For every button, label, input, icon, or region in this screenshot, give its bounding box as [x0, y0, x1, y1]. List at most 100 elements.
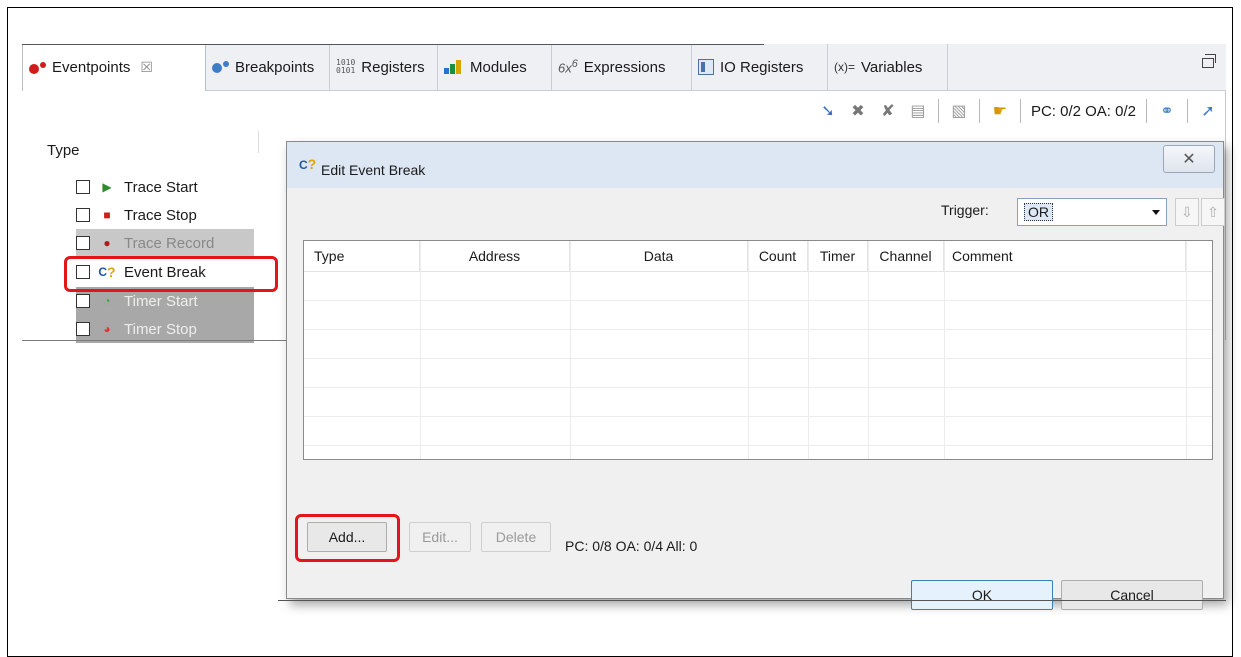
remove-all-icon[interactable]: ✖ [848, 101, 868, 121]
dialog-body: Trigger: OR ⇩ ⇧ Type Address Data Count … [295, 188, 1225, 610]
grid-line [944, 241, 945, 459]
grid-line [748, 241, 749, 459]
tab-eventpoints[interactable]: Eventpoints ☒ [22, 44, 206, 91]
tree-item-trace-start[interactable]: ▶ Trace Start [76, 173, 254, 201]
expressions-icon: 6x6 [558, 58, 578, 76]
trace-record-icon: ● [103, 236, 111, 250]
delete-button[interactable]: Delete [481, 522, 551, 552]
checkbox[interactable] [76, 294, 90, 308]
column-header-channel[interactable]: Channel [868, 241, 944, 271]
checkbox[interactable] [76, 208, 90, 222]
import-icon[interactable]: ▧ [949, 101, 969, 121]
registers-icon: 1010 0101 [336, 58, 356, 75]
toolbar-separator [1146, 99, 1147, 123]
tab-label: Variables [861, 58, 923, 76]
timer-start-icon: ◔ [103, 294, 111, 308]
grid-line [570, 241, 571, 459]
breakpoints-icon [212, 61, 229, 73]
column-header-timer[interactable]: Timer [808, 241, 868, 271]
io-registers-icon [698, 59, 714, 75]
checkbox[interactable] [76, 236, 90, 250]
checkbox[interactable] [76, 180, 90, 194]
column-header-count[interactable]: Count [748, 241, 808, 271]
background-border [278, 600, 1226, 601]
view-menu-icon[interactable]: ➚ [1198, 101, 1218, 121]
dialog-title: Edit Event Break [321, 162, 426, 178]
arrow-down-icon: ⇩ [1181, 203, 1193, 220]
add-button-highlight [295, 514, 400, 562]
export-icon[interactable]: ▤ [908, 101, 928, 121]
toolbar-separator [937, 99, 939, 123]
event-break-highlight [64, 256, 278, 292]
tab-bar-top-border [22, 44, 764, 45]
hand-pointer-icon[interactable]: ☛ [990, 101, 1010, 121]
column-header-address[interactable]: Address [420, 241, 570, 271]
tree-item-timer-stop[interactable]: ◕ Timer Stop [76, 315, 254, 343]
grid-line [304, 329, 1212, 330]
tree-item-label: Timer Start [124, 292, 198, 310]
tab-registers[interactable]: 1010 0101 Registers [330, 44, 438, 90]
close-icon[interactable]: ☒ [140, 59, 153, 76]
skip-all-icon[interactable]: ✘ [878, 101, 898, 121]
cancel-button[interactable]: Cancel [1061, 580, 1203, 610]
grid-line [868, 241, 869, 459]
remove-icon[interactable]: ➘ [818, 101, 838, 121]
trigger-label: Trigger: [941, 202, 989, 218]
variables-icon: (x)= [834, 60, 855, 74]
trigger-selected-value: OR [1024, 203, 1053, 221]
move-up-button[interactable]: ⇧ [1201, 198, 1225, 226]
tab-io-registers[interactable]: IO Registers [692, 44, 828, 90]
tab-modules[interactable]: Modules [438, 44, 552, 90]
dialog-titlebar[interactable]: C Edit Event Break ✕ [287, 142, 1223, 188]
view-right-border [1225, 90, 1226, 340]
tab-label: Breakpoints [235, 58, 315, 76]
view-toolbar: ➘ ✖ ✘ ▤ ▧ ☛ PC: 0/2 OA: 0/2 ⚭ ➚ [22, 91, 1226, 131]
column-header-comment[interactable]: Comment [944, 241, 1186, 271]
tree-item-label: Trace Record [124, 234, 215, 252]
eventpoints-icon [29, 61, 46, 74]
tab-label: Eventpoints [52, 59, 131, 76]
tree-item-trace-stop[interactable]: ■ Trace Stop [76, 201, 254, 229]
column-divider [258, 131, 259, 153]
toolbar-separator [1019, 99, 1021, 123]
grid-line [304, 445, 1212, 446]
modules-icon [444, 60, 464, 74]
tab-label: Registers [361, 58, 425, 76]
grid-line [1186, 241, 1187, 459]
close-button[interactable]: ✕ [1163, 145, 1215, 173]
tab-variables[interactable]: (x)= Variables [828, 44, 948, 90]
tree-item-label: Trace Stop [124, 206, 197, 224]
tab-breakpoints[interactable]: Breakpoints [206, 44, 330, 90]
event-table[interactable]: Type Address Data Count Timer Channel Co… [303, 240, 1213, 460]
restore-icon[interactable] [1202, 54, 1216, 68]
event-break-icon: C [299, 156, 316, 172]
trace-start-icon: ▶ [102, 180, 112, 194]
tab-expressions[interactable]: 6x6 Expressions [552, 44, 692, 90]
timer-stop-icon: ◕ [103, 322, 111, 336]
edit-button[interactable]: Edit... [409, 522, 471, 552]
grid-line [304, 300, 1212, 301]
tab-label: Modules [470, 58, 527, 76]
tree-item-trace-record[interactable]: ● Trace Record [76, 229, 254, 257]
column-header-data[interactable]: Data [570, 241, 748, 271]
table-header: Type Address Data Count Timer Channel Co… [304, 241, 1212, 272]
move-down-button[interactable]: ⇩ [1175, 198, 1199, 226]
tree-item-label: Trace Start [124, 178, 198, 196]
arrow-up-icon: ⇧ [1207, 203, 1219, 220]
grid-line [808, 241, 809, 459]
grid-line [304, 387, 1212, 388]
toolbar-separator [1187, 99, 1188, 123]
checkbox[interactable] [76, 322, 90, 336]
tree-item-label: Timer Stop [124, 320, 197, 338]
edit-event-break-dialog: C Edit Event Break ✕ Trigger: OR ⇩ ⇧ Typ… [286, 141, 1225, 610]
link-icon[interactable]: ⚭ [1157, 101, 1177, 121]
column-header-type[interactable]: Type [304, 241, 420, 271]
grid-line [304, 358, 1212, 359]
ok-button[interactable]: OK [911, 580, 1053, 610]
trigger-select[interactable]: OR [1017, 198, 1167, 226]
tree-header-type: Type [47, 142, 80, 159]
toolbar-status: PC: 0/2 OA: 0/2 [1030, 102, 1136, 120]
tab-label: Expressions [583, 58, 666, 76]
toolbar-separator [978, 99, 980, 123]
tab-label: IO Registers [720, 58, 804, 76]
